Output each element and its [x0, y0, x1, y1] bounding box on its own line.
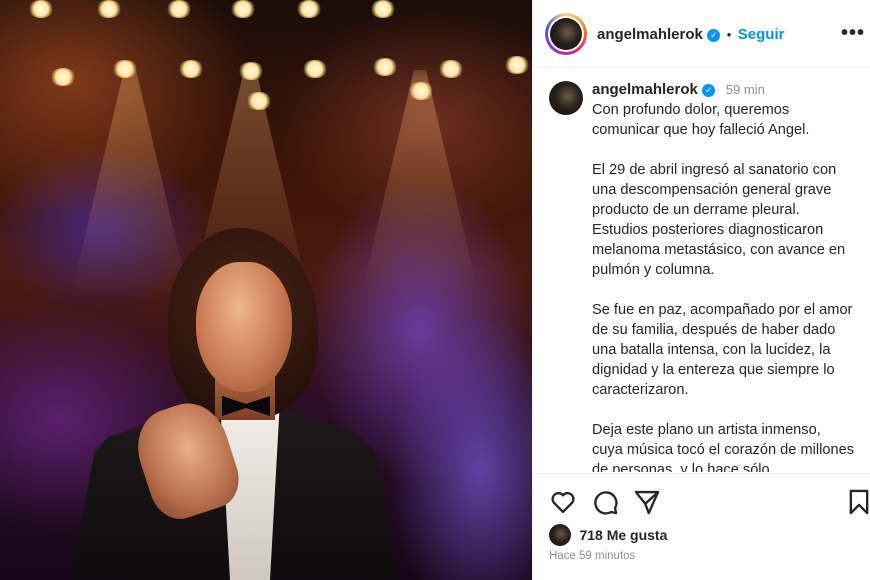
stage-lamp [370, 0, 396, 18]
stage-lamp [302, 60, 328, 78]
action-bar: 718 Me gusta Hace 59 minutos [533, 473, 870, 580]
stage-lamp [438, 60, 464, 78]
caption-area[interactable]: angelmahlerok ✓ 59 min Con profundo dolo… [533, 69, 870, 472]
post-header: angelmahlerok ✓ • Seguir ••• [533, 0, 870, 68]
verified-badge-icon: ✓ [707, 29, 721, 42]
verified-badge-icon: ✓ [702, 84, 716, 97]
post-timestamp: Hace 59 minutos [549, 550, 636, 562]
post-details-panel: angelmahlerok ✓ • Seguir ••• angelmahler… [532, 0, 870, 580]
stage-lamp [372, 58, 398, 76]
stage-lamp [296, 0, 322, 18]
caption-username[interactable]: angelmahlerok [592, 81, 698, 98]
heart-icon[interactable] [549, 488, 577, 516]
stage-light-beam [360, 70, 480, 300]
more-options-icon[interactable]: ••• [841, 22, 865, 45]
caption-paragraph: Con profundo dolor, queremos comunicar q… [592, 102, 810, 138]
stage-lamp [166, 0, 192, 18]
caption-paragraph: Deja este plano un artista inmenso, cuya… [592, 422, 855, 472]
stage-lamp [96, 0, 122, 18]
stage-lamp [246, 92, 272, 110]
performer-face [196, 262, 292, 392]
stage-lamp [50, 68, 76, 86]
stage-lamp [238, 62, 264, 80]
stage-lamp [112, 60, 138, 78]
profile-avatar[interactable] [545, 13, 587, 55]
caption-header: angelmahlerok ✓ 59 min [592, 81, 765, 99]
follow-button[interactable]: Seguir [738, 26, 785, 43]
caption-avatar[interactable] [549, 81, 583, 115]
bookmark-icon[interactable] [845, 488, 870, 516]
caption-paragraph: El 29 de abril ingresó al sanatorio con … [592, 162, 846, 278]
paper-plane-icon[interactable] [633, 488, 661, 516]
likes-count[interactable]: 718 Me gusta [579, 527, 667, 543]
stage-lamp [178, 60, 204, 78]
likes-row[interactable]: 718 Me gusta [549, 524, 667, 548]
caption-paragraph: Se fue en paz, acompañado por el amor de… [592, 302, 853, 398]
stage-light-beam [70, 70, 190, 300]
caption-time: 59 min [725, 82, 765, 97]
liker-avatar [549, 524, 571, 546]
stage-lamp [504, 56, 530, 74]
header-username[interactable]: angelmahlerok [597, 26, 703, 43]
stage-lamp [408, 82, 434, 100]
header-user-line: angelmahlerok ✓ • Seguir [597, 26, 784, 44]
comment-bubble-icon[interactable] [591, 488, 619, 516]
stage-lamp [230, 0, 256, 18]
stage-lamp [28, 0, 54, 18]
separator-dot: • [726, 27, 732, 42]
post-photo[interactable] [0, 0, 532, 580]
caption-text: Con profundo dolor, queremos comunicar q… [592, 100, 854, 472]
